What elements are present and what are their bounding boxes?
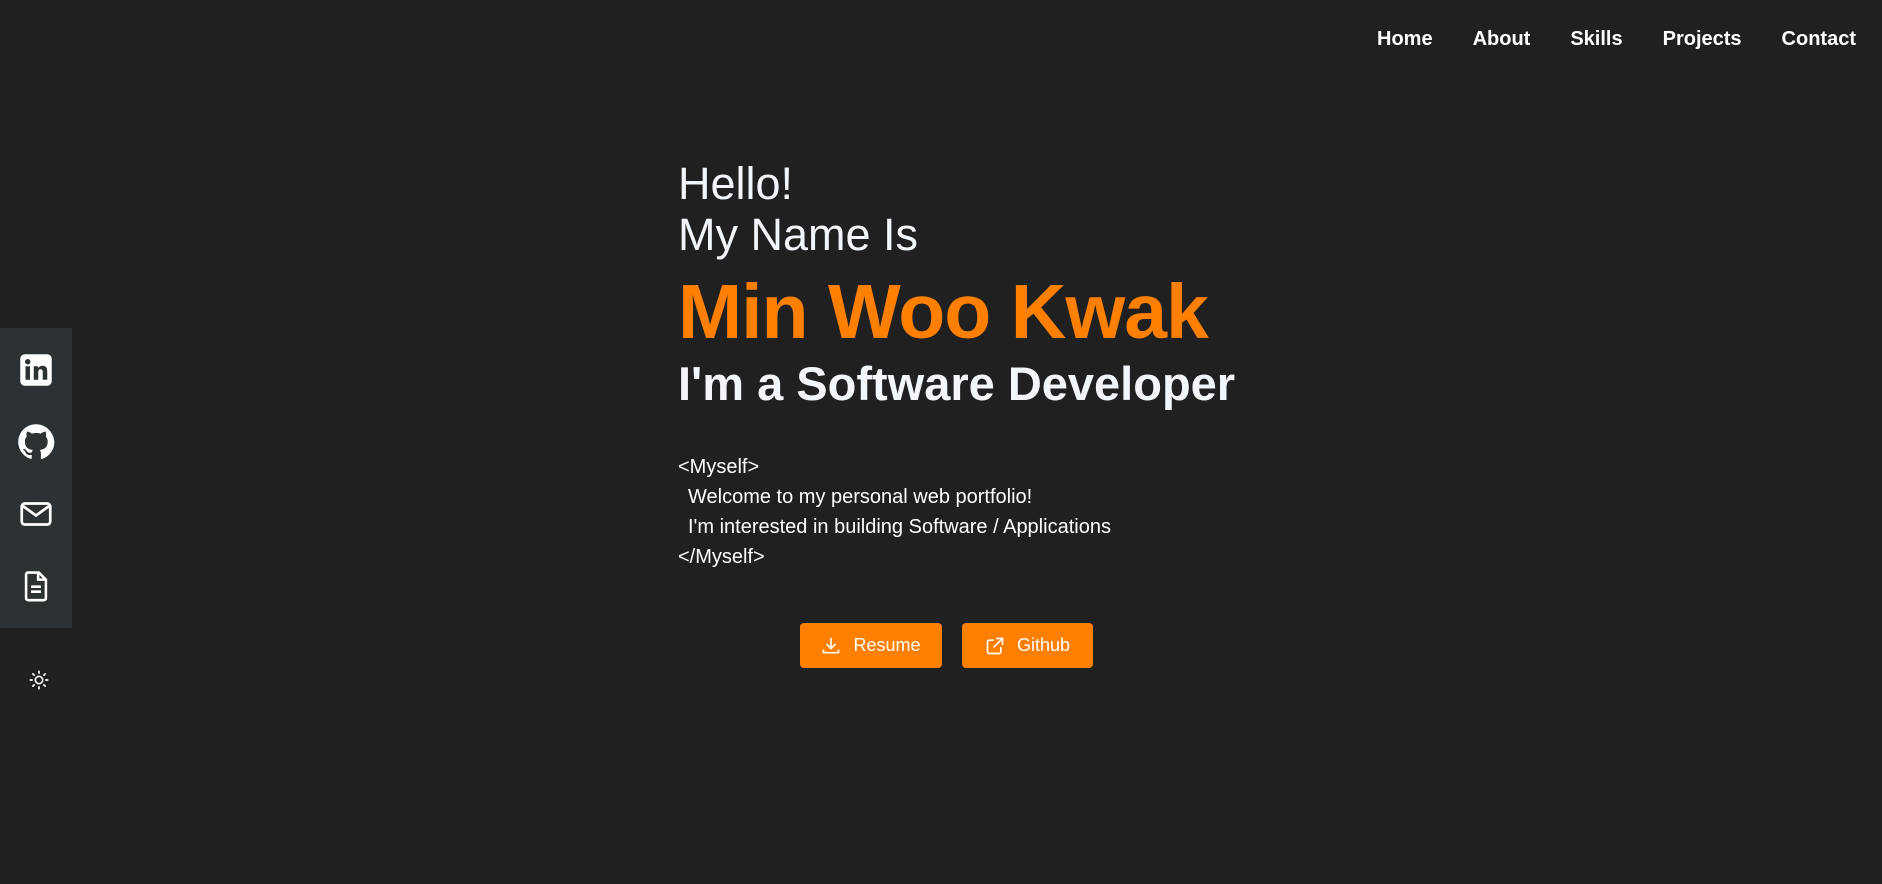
- hero-name: Min Woo Kwak: [678, 269, 1209, 355]
- nav-projects-link[interactable]: Projects: [1663, 28, 1742, 51]
- nav-home-link[interactable]: Home: [1377, 28, 1433, 51]
- nav-about-link[interactable]: About: [1473, 28, 1531, 51]
- greeting-line-2: My Name Is: [678, 209, 919, 260]
- about-line-2: I'm interested in building Software / Ap…: [688, 516, 1111, 538]
- about-snippet: <Myself> Welcome to my personal web port…: [678, 452, 1278, 572]
- document-icon: [24, 571, 48, 602]
- hero-buttons: Resume Github: [800, 623, 1093, 668]
- github-link[interactable]: [14, 420, 58, 464]
- hero-section: Hello! My Name Is Min Woo Kwak I'm a Sof…: [678, 158, 1278, 572]
- resume-document-link[interactable]: [14, 564, 58, 608]
- mail-icon: [20, 502, 52, 526]
- nav-contact-link[interactable]: Contact: [1782, 28, 1856, 51]
- email-link[interactable]: [14, 492, 58, 536]
- resume-button-label: Resume: [853, 635, 921, 655]
- resume-button[interactable]: Resume: [800, 623, 942, 668]
- github-button[interactable]: Github: [962, 623, 1093, 668]
- linkedin-link[interactable]: [14, 348, 58, 392]
- theme-toggle-button[interactable]: [24, 667, 54, 693]
- social-sidebar: [0, 328, 72, 628]
- github-button-label: Github: [1016, 635, 1071, 655]
- greeting-line-1: Hello!: [678, 158, 794, 209]
- download-icon: [823, 637, 840, 653]
- about-close-tag: </Myself>: [678, 546, 765, 568]
- nav-skills-link[interactable]: Skills: [1570, 28, 1622, 51]
- hero-role: I'm a Software Developer: [678, 357, 1236, 410]
- about-open-tag: <Myself>: [678, 456, 760, 478]
- top-nav: Home About Skills Projects Contact: [1377, 28, 1856, 51]
- external-link-icon: [986, 637, 1004, 654]
- sun-icon: [29, 670, 49, 690]
- github-icon: [18, 424, 55, 460]
- about-line-1: Welcome to my personal web portfolio!: [688, 486, 1033, 508]
- linkedin-icon: [20, 354, 52, 386]
